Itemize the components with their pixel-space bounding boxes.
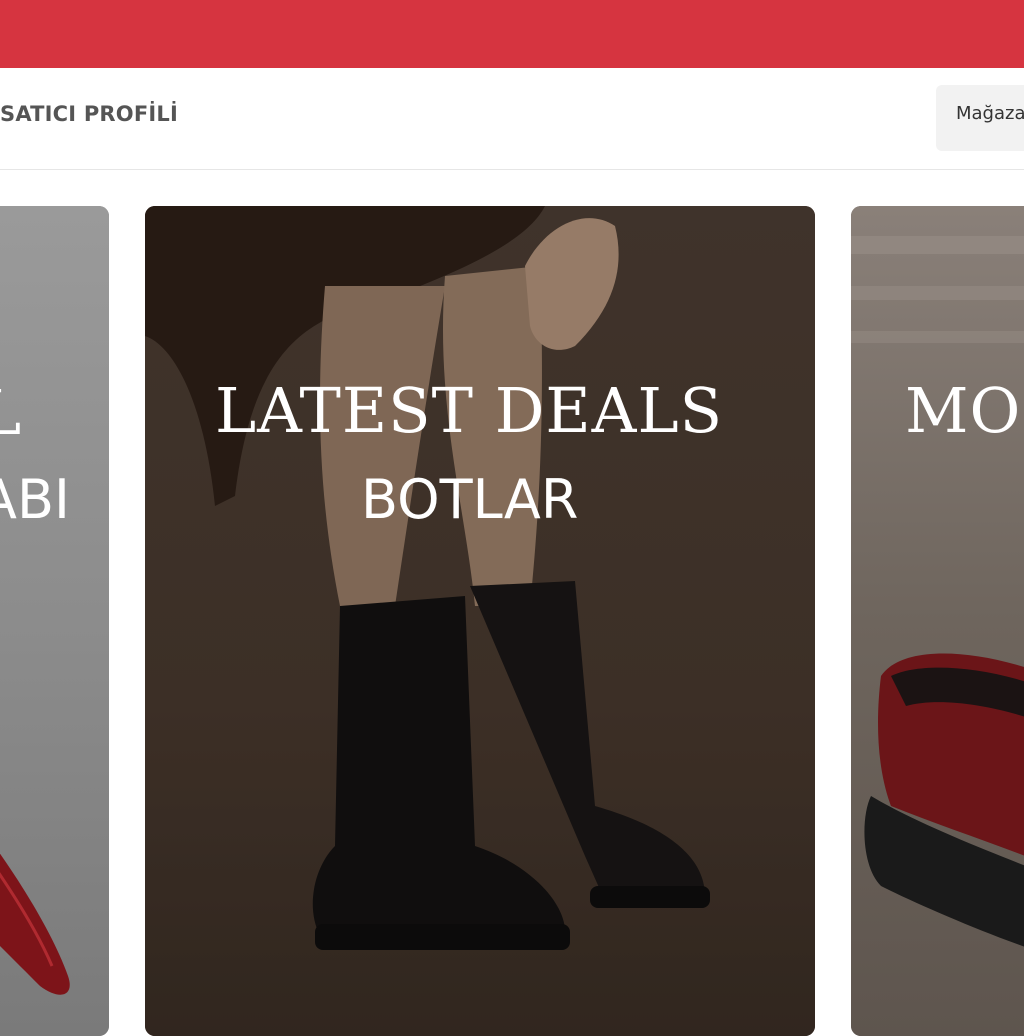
top-announcement-bar — [0, 0, 1024, 68]
banner-card-left[interactable]: L ABI — [0, 206, 109, 1036]
tab-seller-profile[interactable]: SATICI PROFİLİ — [0, 102, 178, 126]
banner-left-image — [0, 206, 109, 1036]
banner-center-image — [145, 206, 815, 1036]
banner-right-title: MOS — [905, 374, 1024, 447]
banner-left-title: L — [0, 376, 23, 449]
banner-center-title: LATEST DEALS — [215, 374, 724, 447]
banner-right-image — [851, 206, 1024, 1036]
banner-center-subtitle: BOTLAR — [361, 468, 579, 531]
seller-subheader: SATICI PROFİLİ Mağaza — [0, 68, 1024, 170]
store-button[interactable]: Mağaza — [936, 85, 1024, 151]
banner-left-subtitle: ABI — [0, 468, 70, 531]
banner-card-center[interactable]: LATEST DEALS BOTLAR — [145, 206, 815, 1036]
banner-card-right[interactable]: MOS — [851, 206, 1024, 1036]
